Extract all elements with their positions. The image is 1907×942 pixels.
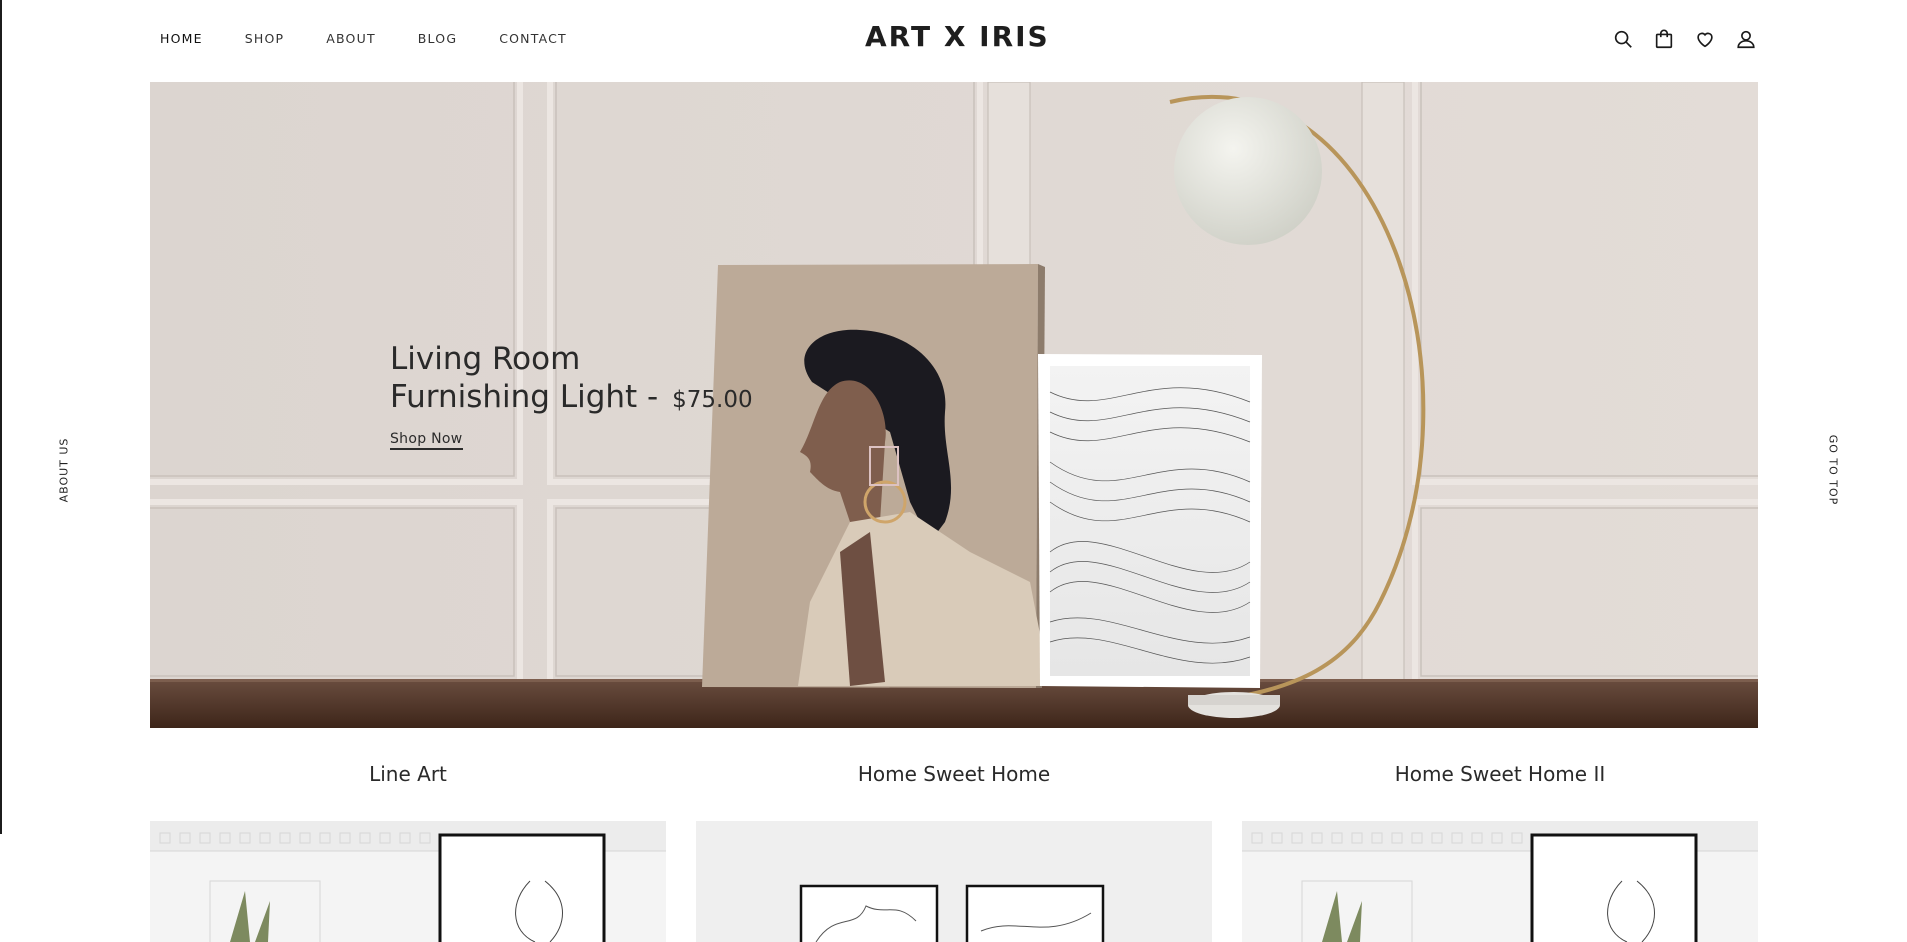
hero-title-line2: Furnishing Light - bbox=[390, 379, 659, 415]
heart-icon[interactable] bbox=[1694, 28, 1716, 50]
hero-banner: Living Room Furnishing Light - $75.00 Sh… bbox=[150, 82, 1758, 728]
nav-item-shop[interactable]: SHOP bbox=[245, 31, 285, 46]
shop-now-link[interactable]: Shop Now bbox=[390, 431, 463, 450]
hero-price: $75.00 bbox=[672, 387, 753, 413]
hero-title: Living Room Furnishing Light - $75.00 bbox=[390, 340, 753, 419]
nav-item-about[interactable]: ABOUT bbox=[326, 31, 376, 46]
bag-icon[interactable] bbox=[1653, 28, 1675, 50]
about-us-link[interactable]: ABOUT US bbox=[58, 438, 71, 503]
hero-title-line1: Living Room bbox=[390, 341, 581, 377]
brand-logo[interactable]: ART X IRIS bbox=[865, 20, 1050, 53]
category-image bbox=[150, 821, 666, 942]
search-icon[interactable] bbox=[1612, 28, 1634, 50]
category-card-home-sweet-home[interactable] bbox=[696, 821, 1212, 942]
category-title-home-sweet-home[interactable]: Home Sweet Home bbox=[696, 762, 1212, 786]
hero-text: Living Room Furnishing Light - $75.00 Sh… bbox=[390, 340, 753, 450]
go-to-top-link[interactable]: GO TO TOP bbox=[1827, 435, 1840, 506]
category-card-home-sweet-home-ii[interactable] bbox=[1242, 821, 1758, 942]
nav-item-blog[interactable]: BLOG bbox=[418, 31, 457, 46]
left-edge-rule bbox=[0, 0, 2, 834]
header-icons bbox=[1612, 28, 1757, 50]
nav-item-home[interactable]: HOME bbox=[160, 31, 203, 46]
category-title-home-sweet-home-ii[interactable]: Home Sweet Home II bbox=[1242, 762, 1758, 786]
category-card-line-art[interactable] bbox=[150, 821, 666, 942]
main-nav: HOME SHOP ABOUT BLOG CONTACT bbox=[160, 31, 609, 46]
category-image bbox=[696, 821, 1212, 942]
page: HOME SHOP ABOUT BLOG CONTACT ART X IRIS bbox=[0, 0, 1907, 942]
category-image bbox=[1242, 821, 1758, 942]
category-title-line-art[interactable]: Line Art bbox=[150, 762, 666, 786]
nav-item-contact[interactable]: CONTACT bbox=[499, 31, 567, 46]
user-icon[interactable] bbox=[1735, 28, 1757, 50]
